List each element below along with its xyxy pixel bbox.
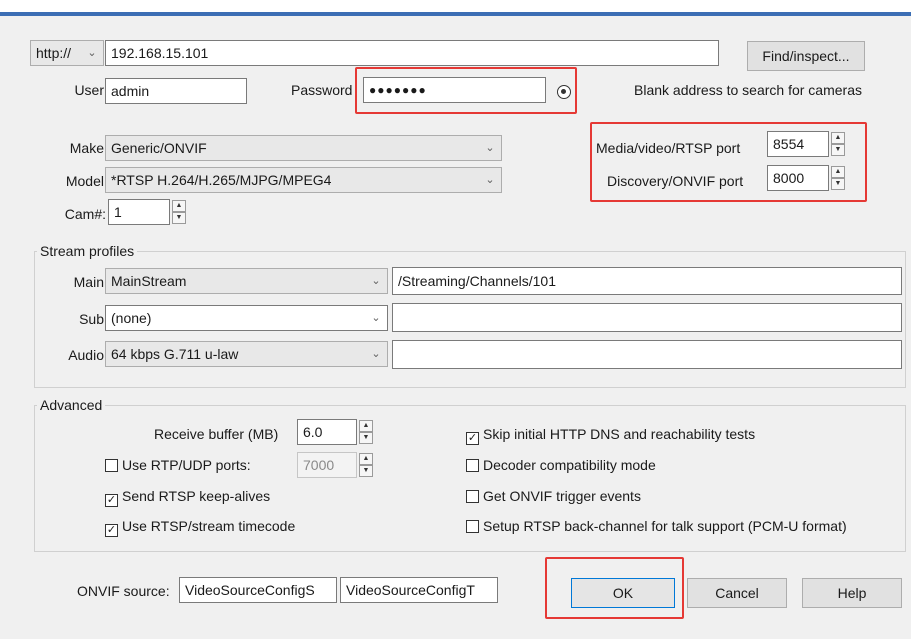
advanced-title: Advanced: [37, 396, 106, 414]
audio-stream-label: Audio: [68, 347, 104, 363]
backchannel-label: Setup RTSP back-channel for talk support…: [483, 518, 847, 534]
decoder-compat-label: Decoder compatibility mode: [483, 457, 656, 473]
check-icon: ✓: [105, 524, 118, 537]
main-stream-label: Main: [73, 274, 104, 290]
rtp-port-input[interactable]: 7000: [297, 452, 357, 478]
window-top-bar: [0, 0, 911, 16]
checkbox-box: [466, 520, 479, 533]
cam-number-label: Cam#:: [64, 206, 106, 222]
skip-dns-label: Skip initial HTTP DNS and reachability t…: [483, 426, 756, 442]
use-rtp-udp-label: Use RTP/UDP ports:: [122, 457, 251, 473]
sub-stream-label: Sub: [79, 311, 104, 327]
cam-number-stepper[interactable]: ▲ ▼: [172, 200, 186, 224]
media-port-input[interactable]: 8554: [767, 131, 829, 157]
chevron-down-icon: ⌄: [371, 312, 381, 324]
main-stream-path-input[interactable]: /Streaming/Channels/101: [392, 267, 902, 295]
sub-stream-select[interactable]: (none) ⌄: [105, 305, 388, 331]
audio-stream-value: 64 kbps G.711 u-law: [111, 346, 239, 362]
show-password-icon[interactable]: [557, 85, 571, 99]
decoder-compat-checkbox[interactable]: Decoder compatibility mode: [466, 455, 656, 475]
receive-buffer-stepper[interactable]: ▲ ▼: [359, 420, 373, 444]
use-timecode-checkbox[interactable]: ✓ Use RTSP/stream timecode: [105, 516, 295, 537]
chevron-down-icon: ⌄: [485, 174, 495, 186]
help-button[interactable]: Help: [802, 578, 902, 608]
protocol-select[interactable]: http:// ⌄: [30, 40, 104, 66]
cancel-button[interactable]: Cancel: [687, 578, 787, 608]
use-rtp-udp-checkbox[interactable]: Use RTP/UDP ports:: [105, 455, 251, 475]
make-label: Make: [69, 140, 104, 156]
chevron-down-icon: ⌄: [87, 47, 97, 59]
check-icon: ✓: [466, 432, 479, 445]
make-select[interactable]: Generic/ONVIF ⌄: [105, 135, 502, 161]
skip-dns-checkbox[interactable]: ✓ Skip initial HTTP DNS and reachability …: [466, 424, 755, 445]
chevron-down-icon: ⌄: [371, 348, 381, 360]
model-select[interactable]: *RTSP H.264/H.265/MJPG/MPEG4 ⌄: [105, 167, 502, 193]
protocol-value: http://: [36, 45, 72, 61]
audio-stream-select[interactable]: 64 kbps G.711 u-law ⌄: [105, 341, 388, 367]
user-input[interactable]: admin: [105, 78, 247, 104]
onvif-source-label: ONVIF source:: [77, 583, 170, 599]
password-input[interactable]: ●●●●●●●: [363, 77, 546, 103]
chevron-down-icon: ⌄: [371, 275, 381, 287]
media-port-stepper[interactable]: ▲ ▼: [831, 132, 845, 156]
receive-buffer-input[interactable]: 6.0: [297, 419, 357, 445]
onvif-trigger-checkbox[interactable]: Get ONVIF trigger events: [466, 486, 641, 506]
find-inspect-button[interactable]: Find/inspect...: [747, 41, 865, 71]
audio-stream-path-input[interactable]: [392, 340, 902, 369]
make-value: Generic/ONVIF: [111, 140, 207, 156]
use-timecode-label: Use RTSP/stream timecode: [122, 518, 296, 534]
checkbox-box: [466, 490, 479, 503]
discovery-port-input[interactable]: 8000: [767, 165, 829, 191]
checkbox-box: [466, 459, 479, 472]
sub-stream-value: (none): [111, 310, 152, 326]
stream-profiles-title: Stream profiles: [37, 242, 138, 260]
receive-buffer-label: Receive buffer (MB): [154, 426, 279, 442]
checkbox-box: [105, 459, 118, 472]
main-stream-select[interactable]: MainStream ⌄: [105, 268, 388, 294]
model-value: *RTSP H.264/H.265/MJPG/MPEG4: [111, 172, 332, 188]
address-hint-text: Blank address to search for cameras: [634, 82, 862, 98]
ok-button[interactable]: OK: [571, 578, 675, 608]
discovery-port-label: Discovery/ONVIF port: [607, 173, 744, 189]
onvif-trigger-label: Get ONVIF trigger events: [483, 488, 641, 504]
address-input[interactable]: 192.168.15.101: [105, 40, 719, 66]
main-stream-value: MainStream: [111, 273, 187, 289]
rtp-port-stepper[interactable]: ▲ ▼: [359, 453, 373, 477]
password-value: ●●●●●●●: [369, 83, 427, 97]
chevron-down-icon: ⌄: [485, 142, 495, 154]
send-keepalives-checkbox[interactable]: ✓ Send RTSP keep-alives: [105, 486, 270, 507]
user-label: User: [74, 82, 104, 98]
check-icon: ✓: [105, 494, 118, 507]
media-port-label: Media/video/RTSP port: [596, 140, 741, 156]
backchannel-checkbox[interactable]: Setup RTSP back-channel for talk support…: [466, 516, 847, 536]
model-label: Model: [65, 173, 104, 189]
onvif-source-input-2[interactable]: VideoSourceConfigT: [340, 577, 498, 603]
discovery-port-stepper[interactable]: ▲ ▼: [831, 166, 845, 190]
sub-stream-path-input[interactable]: [392, 303, 902, 332]
send-keepalives-label: Send RTSP keep-alives: [122, 488, 271, 504]
password-label: Password: [291, 82, 353, 98]
cam-number-input[interactable]: 1: [108, 199, 170, 225]
onvif-source-input-1[interactable]: VideoSourceConfigS: [179, 577, 337, 603]
camera-properties-dialog: http:// ⌄ 192.168.15.101 Find/inspect...…: [0, 0, 911, 639]
